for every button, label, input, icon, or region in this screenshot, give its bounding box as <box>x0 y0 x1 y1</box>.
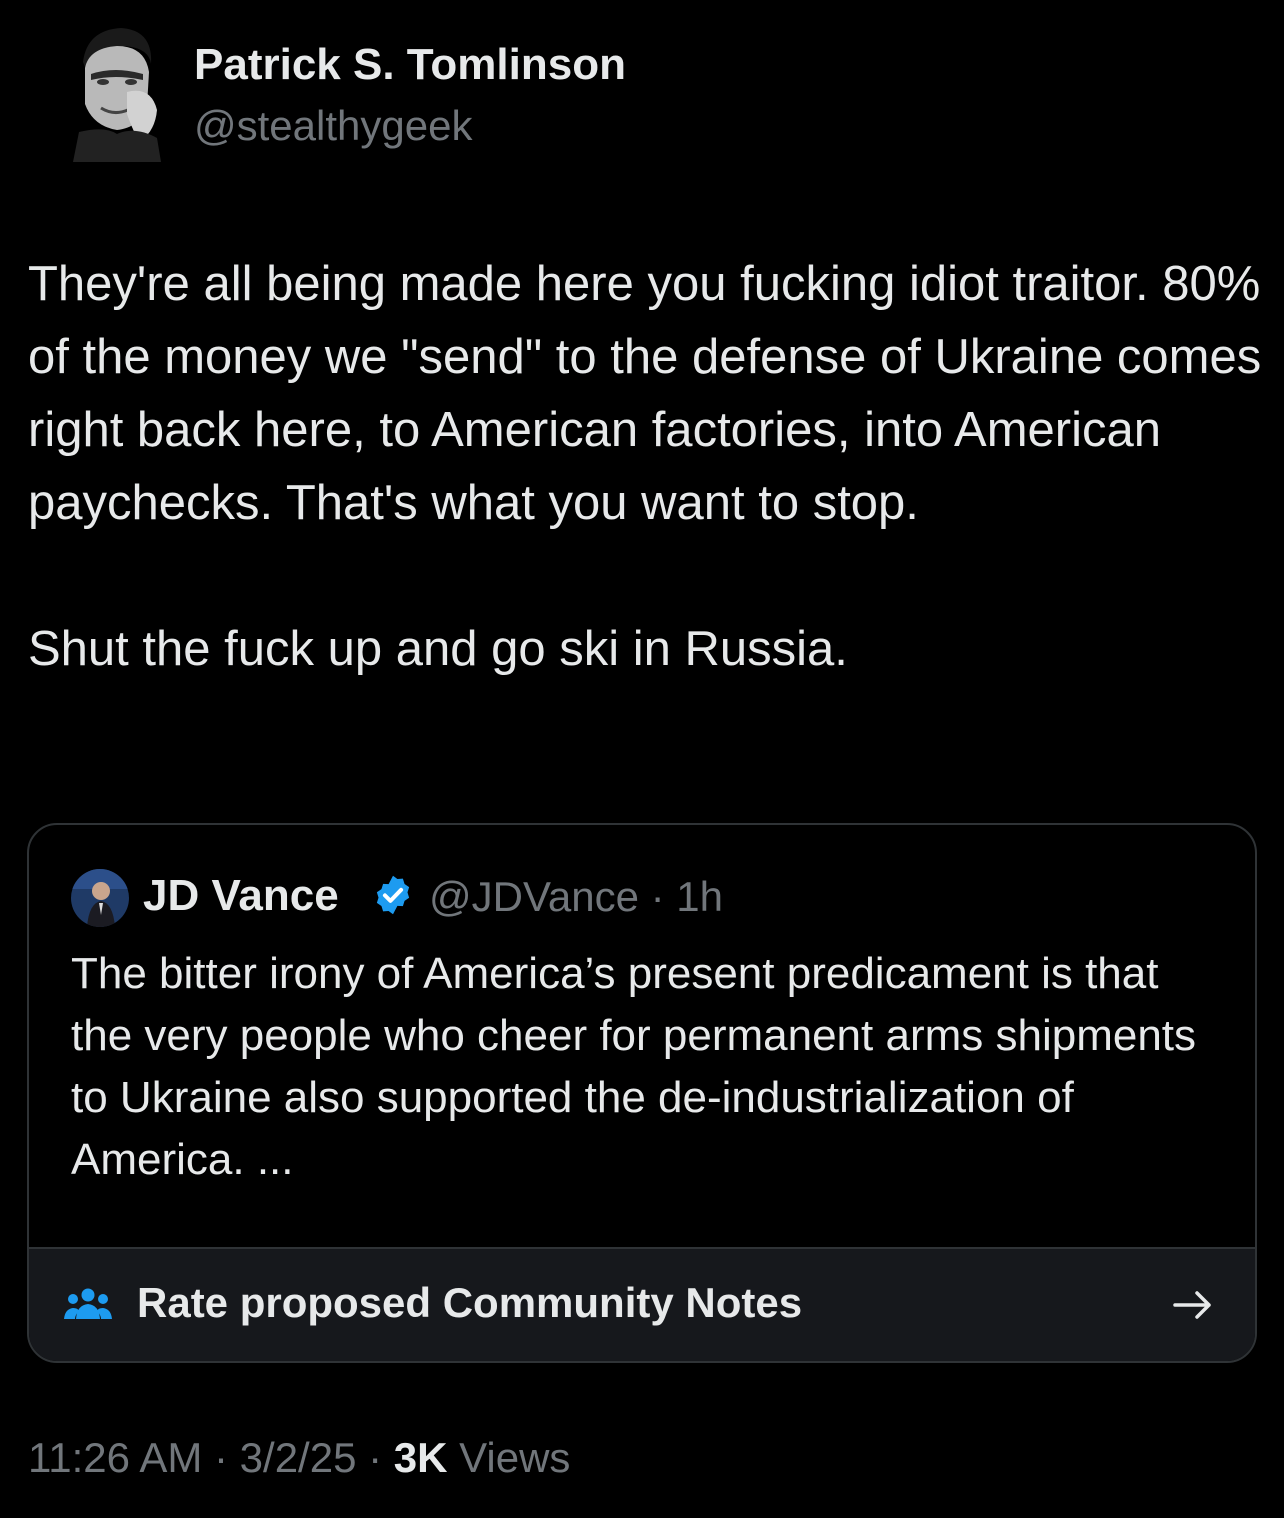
quoted-tweet-header: JD Vance @JDVance · 1h <box>71 867 1221 927</box>
views-count: 3K <box>393 1434 448 1481</box>
author-name[interactable]: Patrick S. Tomlinson <box>194 40 626 90</box>
tweet-header: Patrick S. Tomlinson @stealthygeek <box>65 22 965 167</box>
rate-community-notes-button[interactable]: Rate proposed Community Notes <box>29 1247 1255 1361</box>
arrow-right-icon <box>1171 1287 1215 1323</box>
views-label: Views <box>447 1434 571 1481</box>
quoted-tweet-text: The bitter irony of America’s present pr… <box>71 949 1197 1184</box>
author-avatar[interactable] <box>65 22 165 162</box>
people-icon <box>63 1285 113 1325</box>
tweet-paragraph: Shut the fuck up and go ski in Russia. <box>28 622 848 676</box>
quoted-tweet-card[interactable]: JD Vance @JDVance · 1h The bitter irony … <box>27 823 1257 1363</box>
quoted-author-name[interactable]: JD Vance <box>143 871 339 921</box>
quoted-author-avatar[interactable] <box>71 869 129 927</box>
tweet-timestamp[interactable]: 11:26 AM · 3/2/25 · <box>28 1434 394 1481</box>
tweet-text: They're all being made here you fucking … <box>28 248 1268 686</box>
community-notes-label: Rate proposed Community Notes <box>137 1279 803 1326</box>
tweet-paragraph: They're all being made here you fucking … <box>28 257 1262 530</box>
author-handle[interactable]: @stealthygeek <box>194 102 472 150</box>
tweet-meta: 11:26 AM · 3/2/25 · 3K Views <box>28 1434 570 1482</box>
verified-badge-icon <box>371 873 415 917</box>
quoted-author-handle-time[interactable]: @JDVance · 1h <box>429 873 723 921</box>
